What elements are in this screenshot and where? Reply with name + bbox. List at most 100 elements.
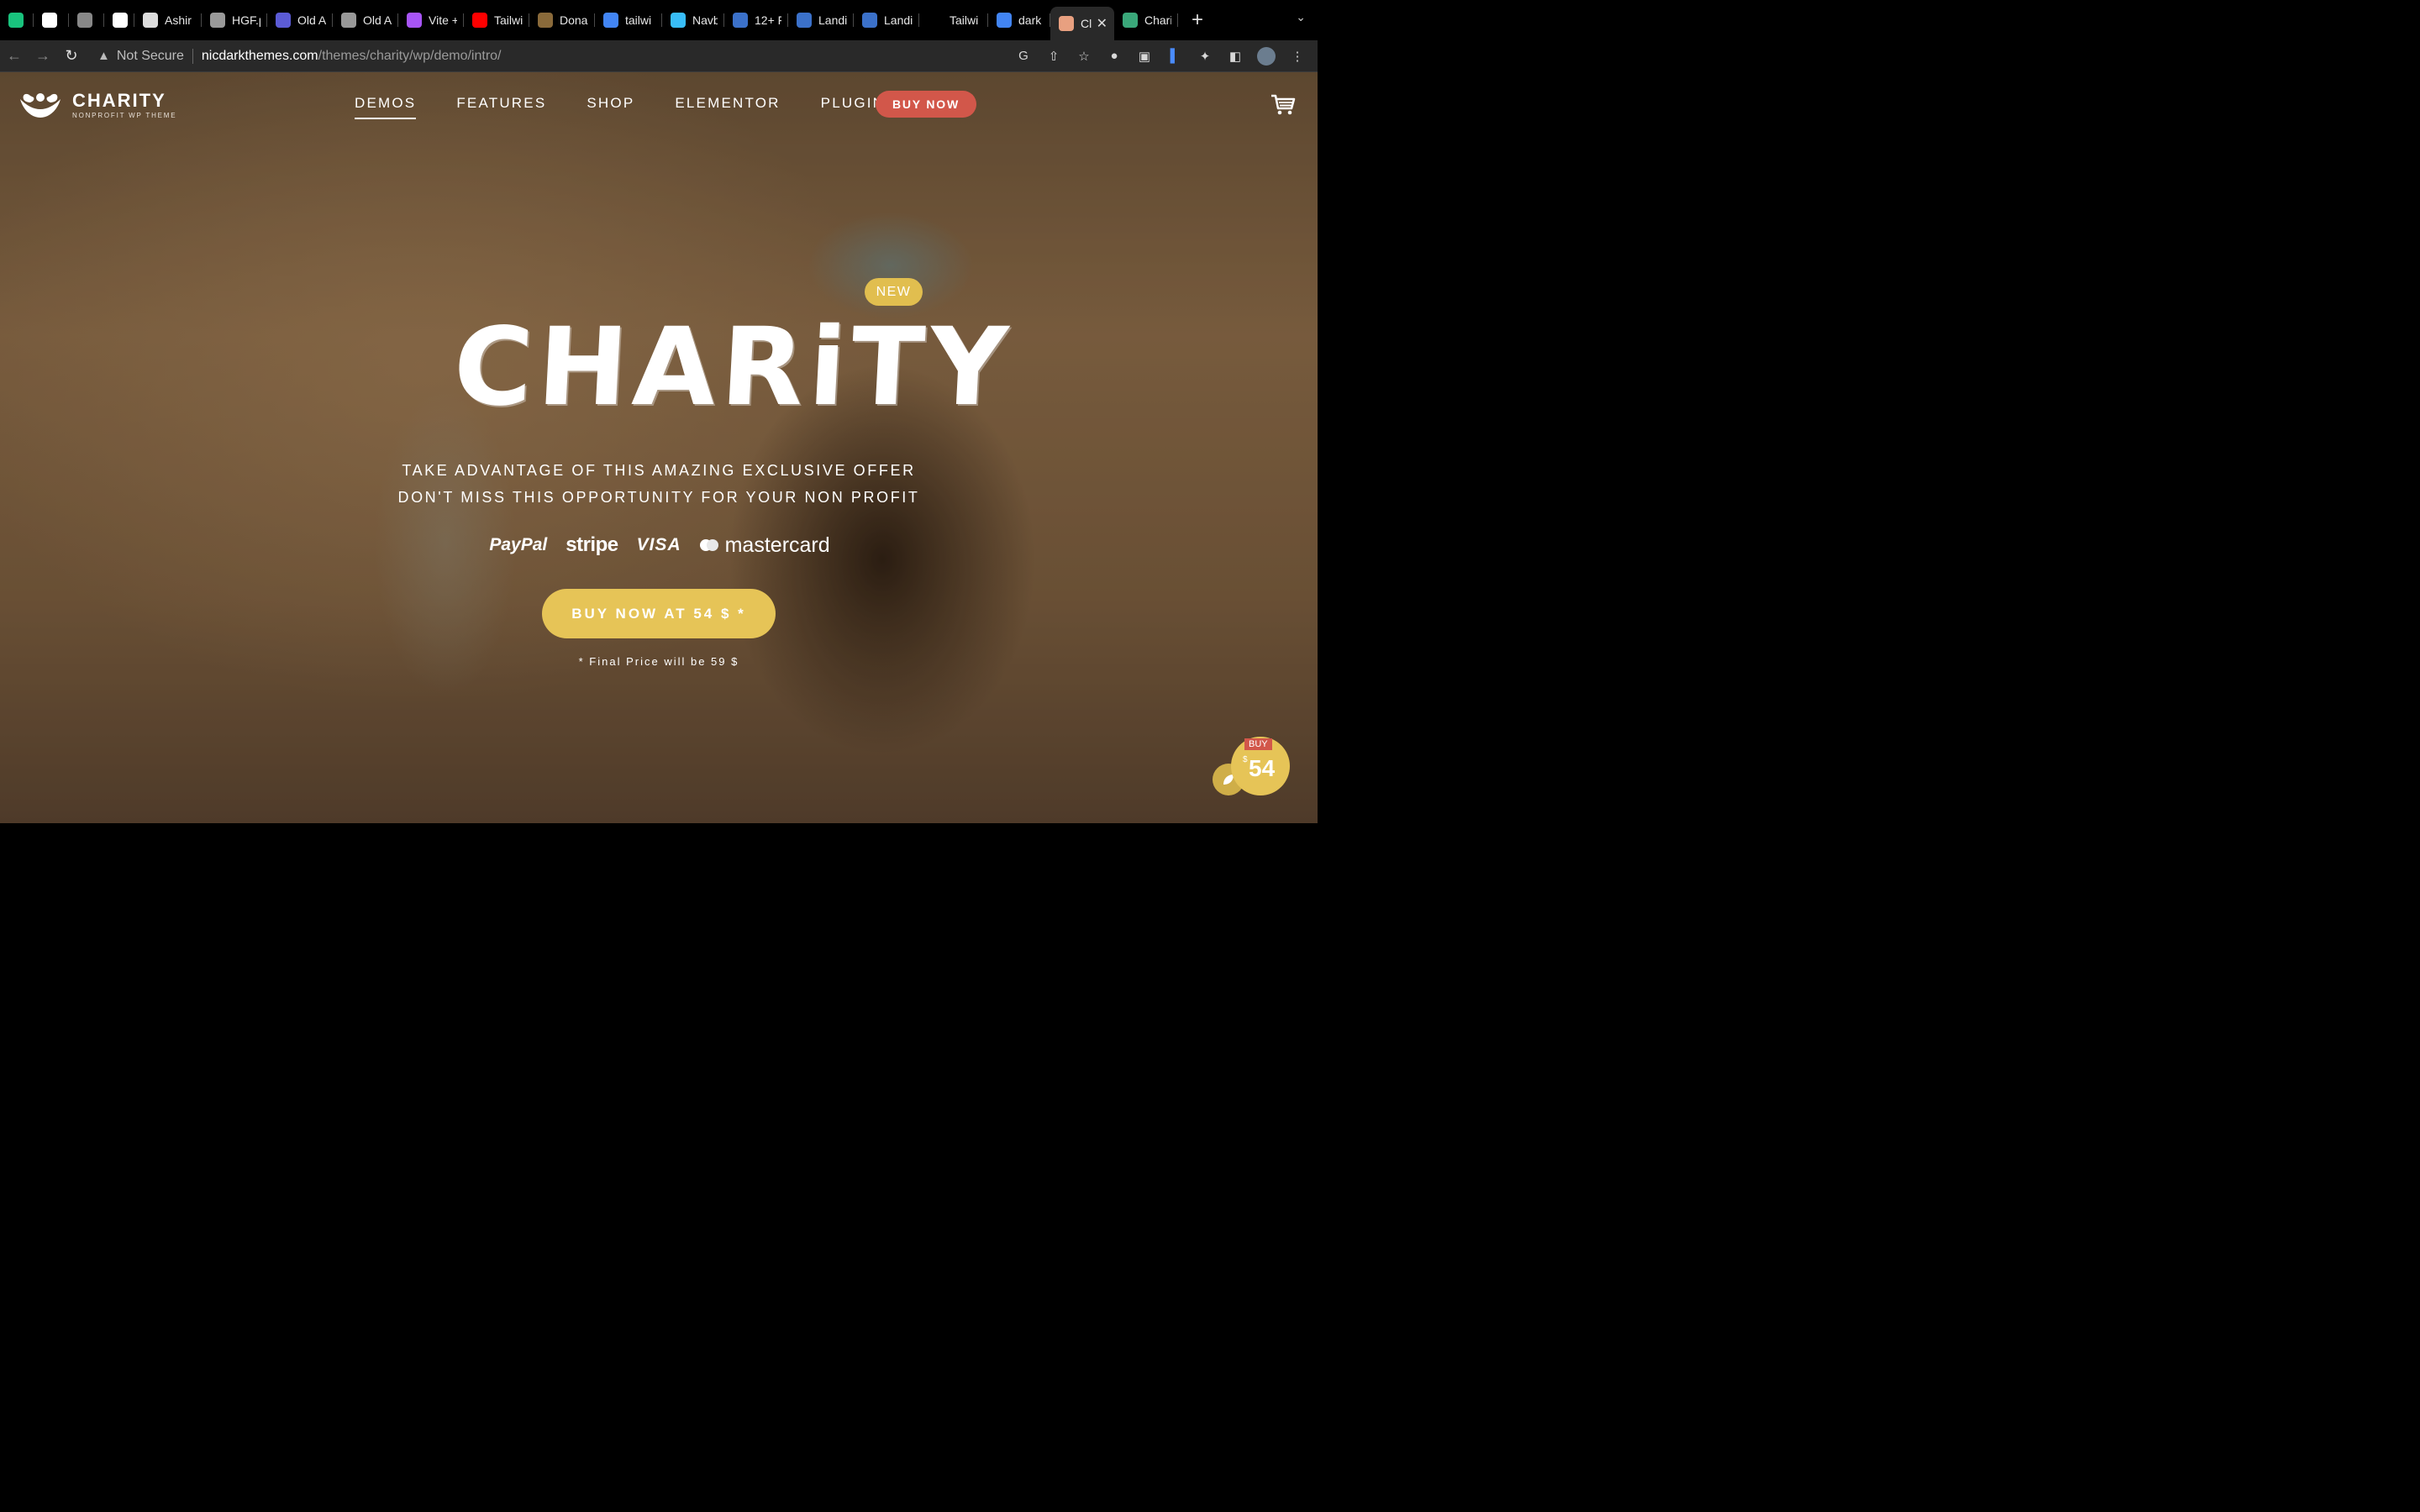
browser-tab-strip: Ashir HGF.p Old A Old A Vite + Tailwi Donal tai… (0, 0, 1318, 40)
tab-title: Ashir (165, 13, 192, 27)
tab-title: Navb (692, 13, 718, 27)
browser-tab[interactable] (34, 7, 69, 34)
charity-favicon-icon (1059, 16, 1074, 31)
floating-currency: $ (1243, 755, 1248, 764)
browser-tab[interactable]: Vite + (398, 7, 464, 34)
paypal-logo: PayPal (489, 535, 548, 554)
reload-icon[interactable]: ↻ (57, 47, 86, 65)
bookmark-star-icon[interactable]: ☆ (1076, 48, 1092, 65)
mdb-icon (862, 13, 877, 28)
tab-title: Donal (560, 13, 588, 27)
forward-icon[interactable]: → (29, 47, 57, 65)
browser-tab[interactable]: Tailwi (919, 7, 988, 34)
tab-title: Tailwi (494, 13, 523, 27)
url-path: /themes/charity/wp/demo/intro/ (318, 48, 502, 63)
browser-tab[interactable]: Ashir (134, 7, 202, 34)
google-lens-icon[interactable]: G (1015, 48, 1032, 65)
youtube-icon (472, 13, 487, 28)
address-bar[interactable]: ▲ Not Secure nicdarkthemes.com/themes/ch… (97, 48, 1015, 64)
extensions-puzzle-icon[interactable]: ✦ (1197, 48, 1213, 65)
tab-separator (1177, 13, 1178, 27)
chatgpt-icon (8, 13, 24, 28)
notion-icon (42, 13, 57, 28)
cart-icon[interactable] (1270, 94, 1296, 116)
buy-now-button[interactable]: BUY NOW (876, 91, 976, 118)
hero-offer-line: TAKE ADVANTAGE OF THIS AMAZING EXCLUSIVE… (402, 462, 916, 479)
charity-logo-icon (20, 93, 60, 118)
nav-item-elementor[interactable]: ELEMENTOR (675, 95, 780, 119)
extensions-area: G ⇧ ☆ ● ▣ ▌ ✦ ◧ ⋮ (1015, 46, 1306, 66)
url-host: nicdarkthemes.com (201, 48, 318, 63)
browser-tab[interactable]: Cl ✕ (1050, 7, 1114, 40)
extension-tomato-icon[interactable]: ● (1106, 48, 1123, 65)
final-price-note: * Final Price will be 59 $ (578, 655, 739, 668)
close-tab-icon[interactable]: ✕ (1097, 15, 1107, 32)
hero-opportunity-line: DON'T MISS THIS OPPORTUNITY FOR YOUR NON… (397, 489, 920, 506)
side-panel-icon[interactable]: ◧ (1227, 48, 1244, 65)
leaf-icon (671, 13, 686, 28)
tab-title: Old A (297, 13, 326, 27)
hero-section: CHARITY NONPROFIT WP THEME DEMOS FEATURE… (0, 72, 1318, 823)
google-icon (997, 13, 1012, 28)
browser-tab[interactable]: Old A (333, 7, 398, 34)
extension-screen-icon[interactable]: ▣ (1136, 48, 1153, 65)
back-icon[interactable]: ← (0, 47, 29, 65)
floating-buy-badge[interactable]: BUY $ 54 (1231, 737, 1290, 795)
mastercard-circles-icon (699, 539, 718, 551)
globe-icon (276, 13, 291, 28)
security-label: Not Secure (116, 48, 184, 63)
nav-item-features[interactable]: FEATURES (456, 95, 546, 119)
nav-item-demos[interactable]: DEMOS (355, 95, 417, 119)
tab-search-chevron-icon[interactable]: ⌄ (1296, 10, 1306, 24)
browser-tab[interactable]: Donal (529, 7, 595, 34)
share-icon[interactable]: ⇧ (1045, 48, 1062, 65)
site-header: CHARITY NONPROFIT WP THEME DEMOS FEATURE… (0, 72, 1318, 136)
address-divider (192, 48, 193, 64)
warning-icon: ▲ (97, 49, 110, 63)
browser-tab[interactable]: HGF.p (202, 7, 267, 34)
te-icon (733, 13, 748, 28)
new-tab-icon[interactable]: + (1185, 8, 1210, 32)
browser-tab[interactable]: Tailwi (464, 7, 529, 34)
tab-title: Landi (884, 13, 913, 27)
hero-title: CHARiTY (450, 305, 1016, 430)
browser-tab[interactable]: Chari (1114, 7, 1178, 34)
extension-blue-icon[interactable]: ▌ (1166, 48, 1183, 65)
visa-logo: VISA (636, 535, 681, 554)
browser-tab[interactable] (69, 7, 104, 34)
notion-icon (113, 13, 128, 28)
floating-buy-tag: BUY (1244, 738, 1272, 750)
globe-icon (341, 13, 356, 28)
browser-tab[interactable]: tailwi (595, 7, 662, 34)
browser-tab[interactable] (104, 7, 134, 34)
site-logo[interactable]: CHARITY NONPROFIT WP THEME (18, 91, 176, 119)
payment-logos: PayPal stripe VISA mastercard (471, 531, 849, 559)
browser-tab[interactable]: Old A (267, 7, 333, 34)
tab-title: tailwi (625, 13, 652, 27)
blank-icon (928, 13, 943, 28)
stripe-logo: stripe (566, 533, 618, 556)
vite-icon (407, 13, 422, 28)
browser-tab[interactable]: Landi (788, 7, 854, 34)
profile-avatar[interactable] (1257, 46, 1276, 66)
browser-menu-icon[interactable]: ⋮ (1289, 48, 1306, 65)
tab-title: Old A (363, 13, 392, 27)
hero-background-overlay (0, 72, 1318, 823)
browser-tab[interactable] (0, 7, 34, 34)
floating-price: 54 (1249, 755, 1276, 781)
browser-tab[interactable]: 12+ F (724, 7, 788, 34)
browser-tab[interactable]: Landi (854, 7, 919, 34)
nav-item-shop[interactable]: SHOP (587, 95, 634, 119)
mastercard-logo: mastercard (699, 533, 830, 558)
tab-title: Tailwi (950, 13, 979, 27)
browser-tab[interactable]: dark t (988, 7, 1050, 34)
tab-title: dark t (1018, 13, 1044, 27)
buy-now-cta-button[interactable]: BUY NOW AT 54 $ * (542, 589, 776, 638)
mastercard-wordmark: mastercard (724, 533, 830, 557)
new-badge: NEW (865, 278, 923, 306)
tab-title: Landi (818, 13, 847, 27)
tab-title: Vite + (429, 13, 457, 27)
logo-title: CHARITY (72, 89, 166, 111)
logo-subtitle: NONPROFIT WP THEME (72, 111, 177, 119)
browser-tab[interactable]: Navb (662, 7, 724, 34)
